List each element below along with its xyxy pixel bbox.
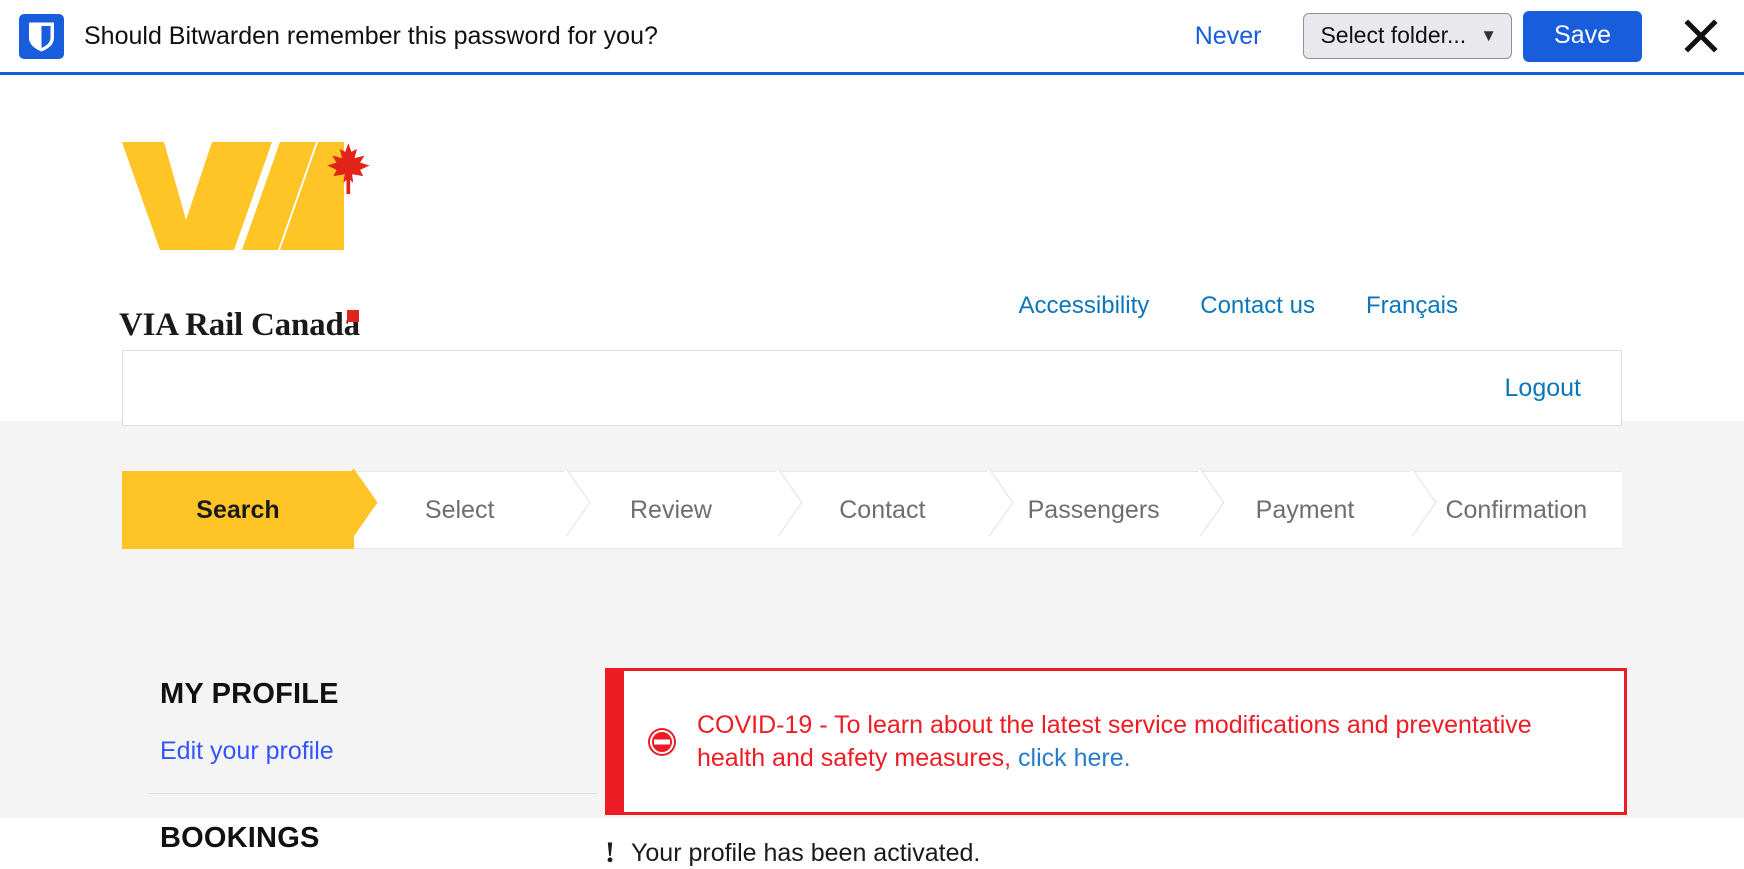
- account-bar: Logout: [122, 350, 1622, 426]
- folder-select[interactable]: Select folder... ▼: [1303, 13, 1513, 59]
- logout-button[interactable]: Logout: [1505, 374, 1581, 403]
- never-button[interactable]: Never: [1195, 22, 1262, 51]
- bitwarden-actions: Never Select folder... ▼ Save: [1195, 10, 1744, 62]
- nav-link-contact-us[interactable]: Contact us: [1200, 292, 1315, 320]
- covid-alert-text: COVID-19 - To learn about the latest ser…: [697, 709, 1594, 775]
- no-entry-icon: [648, 727, 676, 756]
- exclamation-icon: !: [605, 836, 615, 869]
- step-confirmation[interactable]: Confirmation: [1410, 471, 1622, 549]
- covid-alert-accent-bar: [608, 671, 624, 812]
- close-icon[interactable]: [1684, 19, 1718, 53]
- header-nav: Accessibility Contact us Français: [1019, 292, 1458, 320]
- step-review[interactable]: Review: [565, 471, 777, 549]
- step-contact[interactable]: Contact: [776, 471, 988, 549]
- profile-activated-message: Your profile has been activated.: [631, 838, 981, 867]
- step-search[interactable]: Search: [122, 471, 354, 549]
- sidebar-heading-my-profile: MY PROFILE: [160, 678, 339, 710]
- booking-steps: Search Select Review Contact Passengers …: [122, 471, 1622, 549]
- save-button[interactable]: Save: [1523, 10, 1642, 62]
- step-label: Search: [196, 495, 280, 524]
- sidebar-heading-bookings: BOOKINGS: [160, 822, 320, 854]
- step-label: Contact: [839, 495, 926, 524]
- bitwarden-prompt-text: Should Bitwarden remember this password …: [84, 21, 658, 50]
- bitwarden-notification-bar: Should Bitwarden remember this password …: [0, 0, 1744, 75]
- profile-sidebar: MY PROFILE Edit your profile BOOKINGS: [148, 678, 610, 855]
- via-rail-wordmark-text: VIA Rail Canada: [119, 307, 360, 343]
- step-label: Review: [630, 495, 712, 524]
- step-label: Confirmation: [1445, 495, 1588, 524]
- step-payment[interactable]: Payment: [1199, 471, 1411, 549]
- bitwarden-shield-icon: [19, 13, 64, 59]
- sidebar-link-edit-your-profile[interactable]: Edit your profile: [160, 737, 334, 766]
- step-label: Payment: [1255, 495, 1355, 524]
- page-content: VIA Rail Canada Accessibility Contact us…: [0, 78, 1744, 868]
- profile-activated-notice: ! Your profile has been activated.: [605, 838, 980, 868]
- covid-alert: COVID-19 - To learn about the latest ser…: [605, 668, 1627, 815]
- maple-leaf-mark-icon: [346, 310, 359, 322]
- folder-select-value: Select folder...: [1320, 22, 1467, 48]
- chevron-down-icon: ▼: [1480, 26, 1498, 45]
- nav-link-accessibility[interactable]: Accessibility: [1019, 292, 1150, 320]
- via-rail-canada-logo[interactable]: [120, 134, 370, 256]
- nav-link-francais[interactable]: Français: [1366, 292, 1458, 320]
- step-select[interactable]: Select: [354, 471, 566, 549]
- step-passengers[interactable]: Passengers: [987, 471, 1200, 549]
- via-rail-wordmark: VIA Rail Canada: [119, 307, 360, 344]
- covid-alert-link[interactable]: click here.: [1018, 744, 1131, 772]
- step-label: Select: [424, 495, 495, 524]
- step-label: Passengers: [1027, 495, 1160, 524]
